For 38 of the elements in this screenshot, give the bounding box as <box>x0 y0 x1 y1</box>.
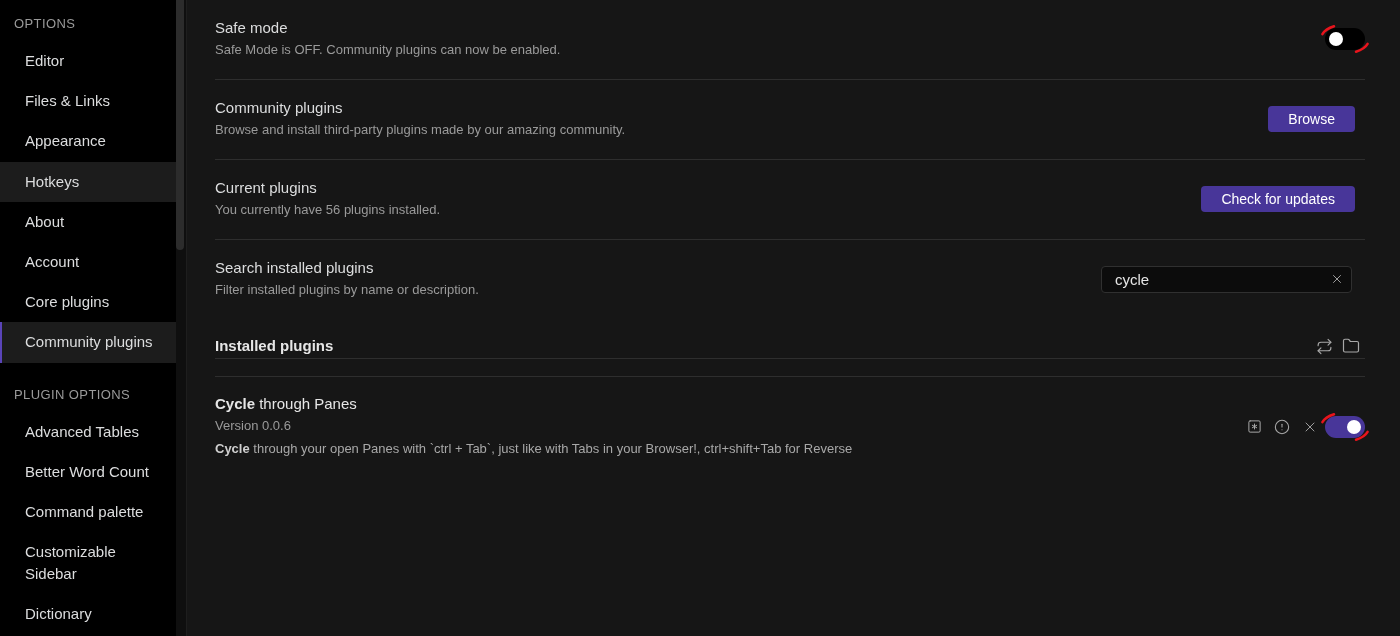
plugin-description: Cycle through your open Panes with `ctrl + Tab`, just like with Tabs in your Browser!, ctrl+shift+Tab for Reverse <box>215 440 854 458</box>
setting-title: Search installed plugins <box>215 258 375 278</box>
setting-title: Safe mode <box>215 18 289 38</box>
plugin-title: Cycle through Panes <box>215 394 358 414</box>
sidebar-item[interactable]: About <box>0 201 176 242</box>
setting-title: Community plugins <box>215 98 344 118</box>
square-asterisk-icon[interactable] <box>1247 419 1262 434</box>
setting-description: Browse and install third-party plugins made by our amazing community. <box>215 121 627 139</box>
sidebar-item[interactable]: Better Word Count <box>0 451 176 492</box>
plugin-version: Version 0.0.6 <box>215 417 292 435</box>
sidebar-item[interactable]: Account <box>0 241 176 283</box>
setting-description: Safe Mode is OFF. Community plugins can now be enabled. <box>215 41 562 59</box>
action-button[interactable]: Browse <box>1268 106 1355 132</box>
sidebar-item[interactable]: Editor <box>0 41 176 82</box>
scrollbar-thumb[interactable] <box>176 0 184 250</box>
sidebar-item[interactable]: Command palette <box>0 491 176 533</box>
sidebar-item[interactable]: Files & Links <box>0 81 176 122</box>
setting-title: Current plugins <box>215 178 318 198</box>
section-heading: PLUGIN OPTIONS <box>13 385 132 404</box>
sidebar-item[interactable]: Advanced Tables <box>0 411 176 452</box>
sidebar-item[interactable]: Appearance <box>0 121 176 162</box>
setting-description: You currently have 56 plugins installed. <box>215 201 441 219</box>
sidebar-item[interactable]: Customizable Sidebar <box>0 532 176 595</box>
folder-icon[interactable] <box>1342 337 1360 355</box>
sidebar-item[interactable]: Hotkeys <box>0 161 176 202</box>
setting-description: Filter installed plugins by name or description. <box>215 281 480 299</box>
reload-icon[interactable] <box>1316 337 1333 355</box>
alert-circle-icon[interactable] <box>1274 418 1290 435</box>
section-heading: Installed plugins <box>215 336 334 356</box>
clear-icon[interactable] <box>1330 272 1344 286</box>
search-field[interactable]: cycle <box>1101 265 1352 293</box>
sidebar-item[interactable]: Community plugins <box>0 322 176 363</box>
section-heading: OPTIONS <box>13 15 77 33</box>
toggle-switch[interactable] <box>1325 415 1365 438</box>
sidebar-item[interactable]: Core plugins <box>0 282 176 323</box>
toggle-switch[interactable] <box>1325 28 1365 50</box>
sidebar-item[interactable]: Dictionary <box>0 594 176 635</box>
action-button[interactable]: Check for updates <box>1201 186 1355 212</box>
